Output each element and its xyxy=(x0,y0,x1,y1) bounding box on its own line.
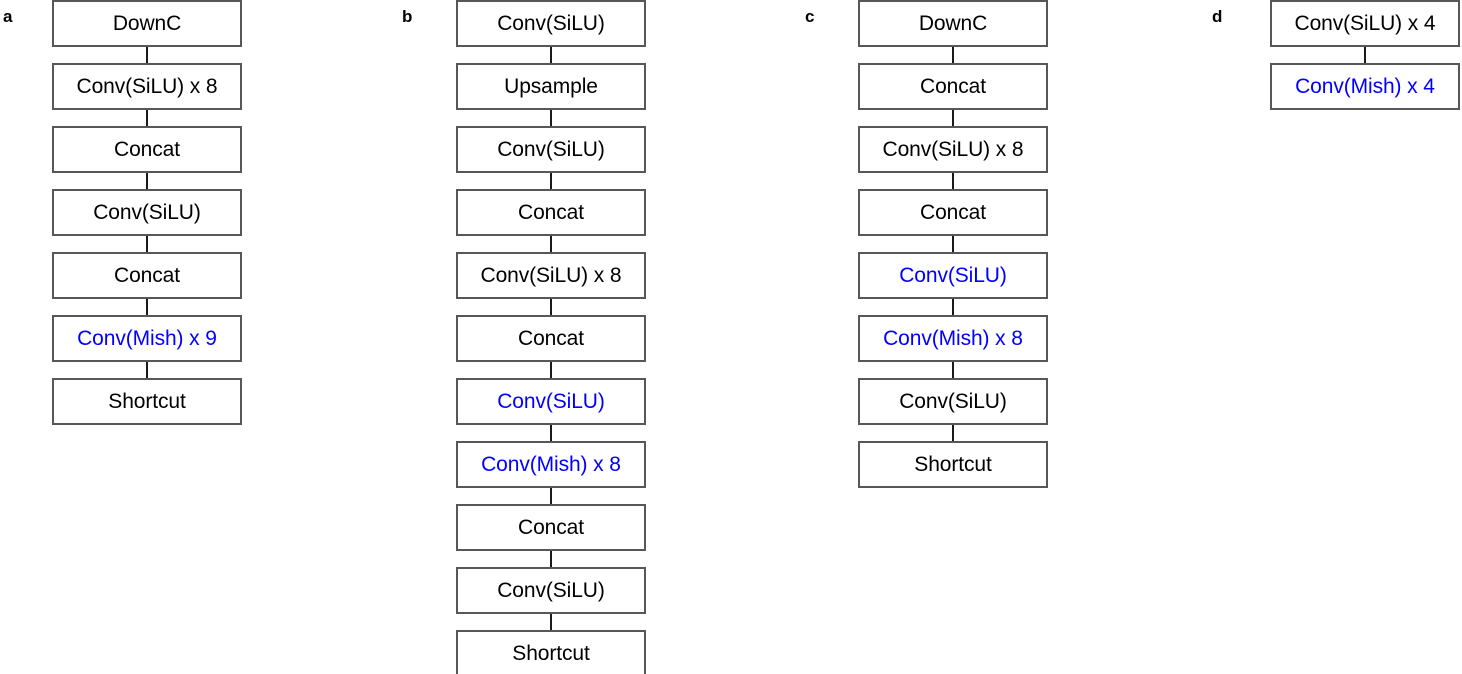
flow-node: Conv(SiLU) xyxy=(52,189,242,236)
flow-node: Conv(SiLU) x 8 xyxy=(858,126,1048,173)
flow-node: Concat xyxy=(858,189,1048,236)
flow-node: Conv(Mish) x 8 xyxy=(456,441,646,488)
flow-connector xyxy=(550,236,552,252)
panel-letter-c: c xyxy=(805,7,815,26)
flow-node: Concat xyxy=(52,126,242,173)
flow-connector xyxy=(952,47,954,63)
flow-node: Conv(SiLU) xyxy=(456,378,646,425)
flow-node: Conv(SiLU) xyxy=(456,0,646,47)
flow-connector xyxy=(146,110,148,126)
flowchart-c: DownC Concat Conv(SiLU) x 8 Concat Conv(SiLU… xyxy=(858,0,1048,488)
flow-connector xyxy=(550,614,552,630)
flow-connector xyxy=(146,173,148,189)
panel-letter-b: b xyxy=(402,7,413,26)
flow-connector xyxy=(146,362,148,378)
flow-connector xyxy=(550,551,552,567)
flow-connector xyxy=(146,299,148,315)
flow-connector xyxy=(146,236,148,252)
flow-node: Conv(Mish) x 8 xyxy=(858,315,1048,362)
flow-node: Conv(SiLU) xyxy=(858,252,1048,299)
flow-node: Conv(SiLU) xyxy=(456,567,646,614)
flow-connector xyxy=(952,299,954,315)
flow-node: DownC xyxy=(52,0,242,47)
flow-node: Conv(SiLU) x 8 xyxy=(456,252,646,299)
flow-connector xyxy=(952,362,954,378)
flow-connector xyxy=(550,110,552,126)
flow-node: Upsample xyxy=(456,63,646,110)
flow-node: Shortcut xyxy=(858,441,1048,488)
flow-node: Shortcut xyxy=(456,630,646,674)
flow-connector xyxy=(1364,47,1366,63)
panel-letter-a: a xyxy=(3,7,13,26)
flow-node: Concat xyxy=(858,63,1048,110)
flow-node: Concat xyxy=(52,252,242,299)
flow-node: Conv(SiLU) x 4 xyxy=(1270,0,1460,47)
flow-node: Conv(SiLU) x 8 xyxy=(52,63,242,110)
flow-connector xyxy=(550,173,552,189)
flowchart-b: Conv(SiLU) Upsample Conv(SiLU) Concat Conv(S… xyxy=(456,0,646,674)
flow-node: Concat xyxy=(456,189,646,236)
flow-connector xyxy=(550,488,552,504)
flowchart-a: DownC Conv(SiLU) x 8 Concat Conv(SiLU) Conca… xyxy=(52,0,242,425)
flow-node: Conv(Mish) x 4 xyxy=(1270,63,1460,110)
flow-connector xyxy=(146,47,148,63)
flow-node: Concat xyxy=(456,504,646,551)
flow-connector xyxy=(550,425,552,441)
flow-connector xyxy=(550,47,552,63)
figure-canvas: a DownC Conv(SiLU) x 8 Concat Conv(SiLU) Con… xyxy=(0,0,1462,674)
flow-connector xyxy=(952,173,954,189)
flow-connector xyxy=(550,362,552,378)
flow-connector xyxy=(550,299,552,315)
flow-connector xyxy=(952,236,954,252)
flow-node: Conv(SiLU) xyxy=(858,378,1048,425)
flowchart-d: Conv(SiLU) x 4 Conv(Mish) x 4 xyxy=(1270,0,1460,110)
panel-letter-d: d xyxy=(1212,7,1223,26)
flow-node: Shortcut xyxy=(52,378,242,425)
flow-node: Concat xyxy=(456,315,646,362)
flow-node: Conv(Mish) x 9 xyxy=(52,315,242,362)
flow-connector xyxy=(952,425,954,441)
flow-connector xyxy=(952,110,954,126)
flow-node: DownC xyxy=(858,0,1048,47)
flow-node: Conv(SiLU) xyxy=(456,126,646,173)
